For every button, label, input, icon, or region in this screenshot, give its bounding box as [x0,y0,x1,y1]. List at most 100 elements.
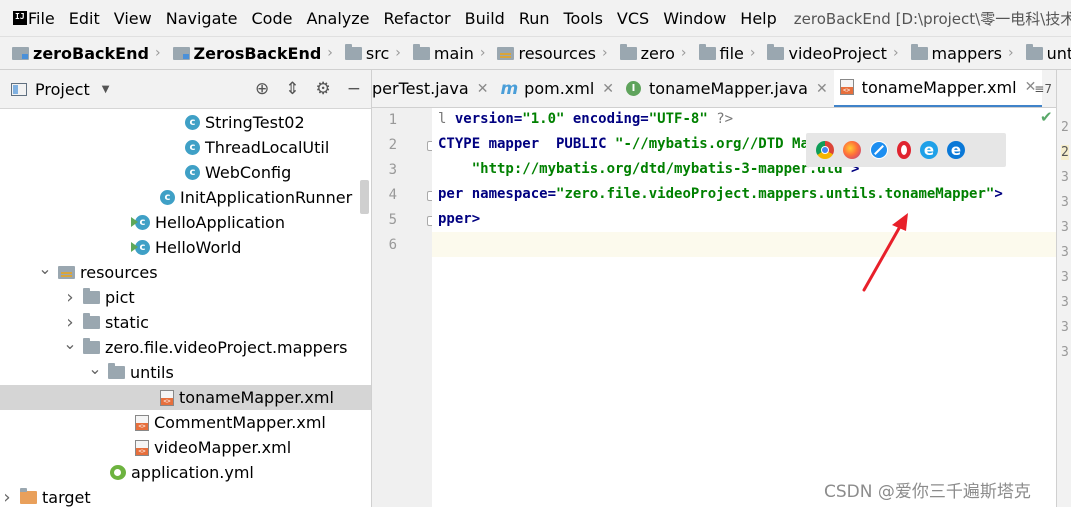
tree-item[interactable]: c ThreadLocalUtil [0,135,371,160]
breadcrumb-label: file [719,43,744,63]
menu-item-refactor[interactable]: Refactor [377,9,458,28]
folder-icon [83,288,100,304]
chrome-icon[interactable] [816,141,834,159]
tree-item[interactable]: ⌄ resources [0,259,371,285]
tree-item[interactable]: › pict [0,285,371,310]
tree-item[interactable]: videoMapper.xml [0,435,371,460]
tree-item[interactable]: c InitApplicationRunner [0,185,371,210]
menu-item-navigate[interactable]: Navigate [159,9,245,28]
browser-preview-bar: e e [806,133,1006,167]
breadcrumb-item[interactable]: resources › [485,44,608,63]
chevron-down-icon[interactable]: ⌄ [63,334,77,353]
locate-file-icon[interactable]: ⊕ [255,79,269,99]
code-token: per [438,186,472,202]
tree-item[interactable]: application.yml [0,460,371,485]
close-icon[interactable]: ✕ [477,81,489,97]
line-number: 2 [1061,145,1069,160]
menu-item-file[interactable]: File [21,9,62,28]
chevron-down-icon[interactable]: ⌄ [88,359,102,378]
chevron-down-icon[interactable]: ▼ [102,84,110,95]
code-token: pper> [438,211,481,227]
internet-explorer-icon[interactable]: e [920,141,938,159]
tree-item[interactable]: ⌄ zero.file.videoProject.mappers [0,334,371,360]
editor-tab[interactable]: m pom.xml ✕ [494,70,620,107]
folder-icon [910,43,928,60]
collapse-all-icon[interactable]: ⇕ [285,79,299,99]
chevron-right-icon[interactable]: › [63,287,77,308]
menu-item-run[interactable]: Run [512,9,557,28]
breadcrumb-item[interactable]: ZerosBackEnd › [161,44,333,63]
editor-tab[interactable]: tonameMapper.xml✕ [833,70,1043,107]
edge-icon[interactable]: e [947,141,965,159]
gear-icon[interactable]: ⚙ [316,79,331,99]
breadcrumb-item[interactable]: mappers › [899,43,1014,63]
breadcrumb-item[interactable]: videoProject › [755,43,899,63]
close-icon[interactable]: ✕ [602,81,614,97]
opera-icon[interactable] [897,141,911,159]
menu-bar: IJ File Edit View Navigate Code Analyze Refact… [0,0,1071,36]
code-token: "1.0" [522,111,565,127]
tree-item[interactable]: CommentMapper.xml [0,410,371,435]
chevron-right-icon[interactable]: › [63,312,77,333]
tree-item-label: target [42,488,91,507]
current-line-highlight [432,232,1056,257]
tab-overflow-menu[interactable]: ≡7 [1034,82,1052,96]
tree-item[interactable]: c HelloWorld [0,235,371,260]
breadcrumb-label: mappers [931,43,1003,63]
chevron-right-icon[interactable]: › [0,487,14,507]
project-pane-title[interactable]: Project [35,80,90,99]
menu-item-analyze[interactable]: Analyze [299,9,376,28]
code-token: l [438,111,455,127]
tree-item[interactable]: c StringTest02 [0,110,371,135]
editor-tab-label: tonameMapper.java [649,79,808,98]
tree-item[interactable]: tonameMapper.xml [0,385,371,410]
menu-item-edit[interactable]: Edit [62,9,107,28]
line-number: 4 [388,187,397,203]
firefox-icon[interactable] [843,141,861,159]
tree-item[interactable]: › static [0,310,371,335]
java-interface-icon: I [626,81,642,96]
tree-item[interactable]: c WebConfig [0,160,371,185]
xml-file-icon [135,414,149,431]
tree-item[interactable]: c HelloApplication [0,210,371,235]
editor-tab[interactable]: ItonameMapper.java ✕ [620,70,834,107]
close-icon[interactable]: ✕ [816,81,828,97]
code-line: per namespace="zero.file.videoProject.ma… [438,182,1003,207]
menu-item-help[interactable]: Help [733,9,783,28]
breadcrumb-item[interactable]: src › [333,43,401,63]
menu-item-tools[interactable]: Tools [557,9,610,28]
hide-icon[interactable]: − [347,79,361,99]
editor-tab-bar: perTest.java ✕ m pom.xml ✕ ItonameMapper.java… [372,70,1056,108]
chevron-down-icon[interactable]: ⌄ [38,259,52,278]
project-pane-header: Project ▼ ⊕ ⇕ ⚙ − [0,70,371,109]
menu-item-view[interactable]: View [107,9,159,28]
tree-item[interactable]: ⌄ untils [0,359,371,385]
spring-config-icon [110,465,126,480]
breadcrumb-item[interactable]: zeroBackEnd › [0,44,161,63]
inspection-ok-icon[interactable]: ✔ [1040,108,1053,126]
tree-item-label: HelloWorld [155,238,242,257]
editor-tab[interactable]: perTest.java ✕ [372,70,494,107]
safari-icon[interactable] [870,141,888,159]
editor-tab-label: tonameMapper.xml [861,77,1017,97]
tree-item[interactable]: › target [0,485,371,507]
code-token: version= [454,111,523,127]
menu-item-code[interactable]: Code [245,9,300,28]
line-number: 3 [1061,320,1069,335]
line-number: 2 [388,137,397,153]
folder-icon [412,43,430,60]
breadcrumb-item[interactable]: file › [687,43,755,63]
breadcrumb-item[interactable]: untils› [1014,43,1071,63]
tree-scrollbar[interactable] [360,180,369,214]
breadcrumb-label: main [433,43,474,63]
menu-item-build[interactable]: Build [458,9,512,28]
window-title: zeroBackEnd [D:\project\零一电科\技术 [793,9,1071,28]
folder-icon [344,43,362,60]
breadcrumb-item[interactable]: main › [401,43,485,63]
code-editor[interactable]: l version="1.0" encoding="UTF-8" ?> CTYPE… [432,108,1056,507]
folder-icon [1025,43,1043,60]
menu-item-window[interactable]: Window [656,9,733,28]
right-gutter: 2 2 3 3 3 3 3 3 3 3 [1056,70,1071,507]
menu-item-vcs[interactable]: VCS [610,9,656,28]
breadcrumb-item[interactable]: zero › [608,43,687,63]
